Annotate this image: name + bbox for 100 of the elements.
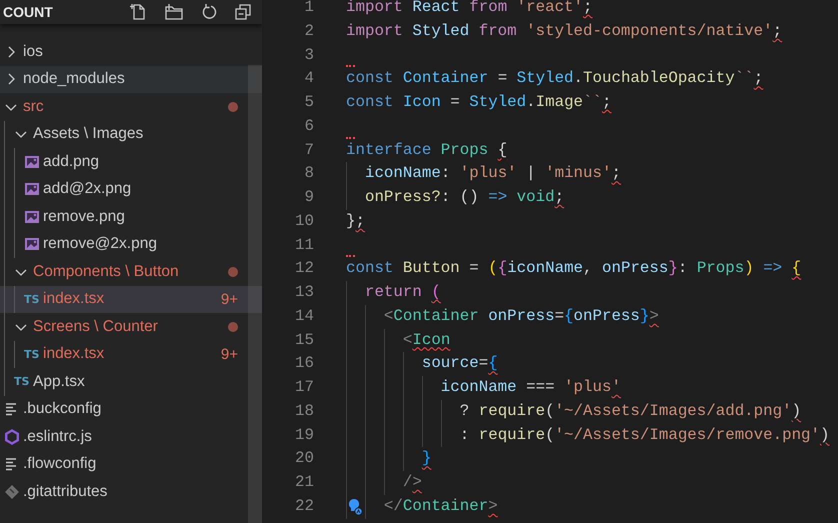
code-token: ( [545, 426, 555, 444]
file-row[interactable]: TS index.tsx 9+ [0, 286, 262, 313]
code-token: Container [402, 69, 490, 88]
line-number: 9 [304, 187, 314, 208]
line-number: 13 [294, 282, 314, 303]
code-token: = [469, 259, 480, 278]
code-token: > [412, 473, 422, 491]
code-token: { [498, 140, 508, 158]
folder-name: ios [23, 42, 43, 61]
folder-row[interactable]: src [0, 93, 262, 120]
code-token: ' [611, 378, 621, 396]
code-token: source [422, 354, 479, 372]
file-row[interactable]: remove@2x.png [0, 230, 262, 258]
problem-count: 9+ [220, 290, 238, 308]
image-file-icon [24, 208, 40, 225]
code-token: React [412, 0, 461, 16]
line-number: 8 [304, 163, 314, 184]
code-token: ; [772, 22, 782, 40]
code-token: , [583, 259, 594, 278]
code-token: const [346, 69, 394, 88]
code-token: . [574, 69, 584, 88]
collapse-all-icon[interactable] [234, 3, 252, 21]
code-token: ; [583, 0, 592, 16]
line-number: 10 [294, 210, 314, 232]
code-token: Button [402, 259, 461, 278]
line-number: 19 [294, 424, 314, 446]
code-token: ; [355, 212, 365, 230]
code-token: Styled [469, 93, 526, 111]
code-token: { [792, 259, 802, 278]
code-token: } [422, 449, 432, 468]
code-token: iconName [507, 259, 584, 278]
file-name: add.png [43, 152, 100, 171]
line-number: 17 [294, 377, 314, 398]
code-token: < [384, 306, 394, 325]
code-token: Props [440, 140, 490, 158]
folder-name: Components \ Button [33, 262, 179, 281]
file-name: index.tsx [43, 345, 104, 364]
image-file-icon [24, 236, 40, 252]
scrollbar[interactable] [248, 65, 262, 523]
typescript-file-icon: TS [14, 375, 30, 388]
line-number: 7 [304, 140, 314, 160]
code-token: </ [384, 496, 403, 515]
code-token: ) [820, 426, 830, 444]
code-token: ; [554, 188, 564, 206]
code-token: return [364, 283, 423, 301]
image-file-icon [24, 181, 40, 198]
code-token: | [526, 164, 537, 182]
file-row[interactable]: TS index.tsx 9+ [0, 340, 262, 368]
modified-dot [228, 266, 238, 277]
folder-row[interactable]: ios [0, 38, 262, 66]
code-token: : [678, 259, 688, 278]
file-row[interactable]: .eslintrc.js [0, 423, 262, 450]
line-number: 20 [294, 448, 314, 470]
line-number: 14 [294, 306, 314, 327]
line-number: 15 [294, 330, 314, 350]
file-row[interactable]: remove.png [0, 203, 262, 230]
code-token: ? [460, 402, 470, 420]
code-token: ) [792, 402, 802, 420]
code-token: ; [602, 93, 612, 111]
code-token: > [488, 496, 498, 515]
code-token: void [516, 188, 555, 206]
code-token: / [402, 473, 412, 491]
typescript-file-icon: TS [24, 348, 40, 361]
lightbulb-icon[interactable] [347, 498, 363, 516]
file-name: index.tsx [43, 290, 104, 308]
file-row[interactable]: add.png [0, 148, 262, 176]
code-token: : () [440, 188, 480, 206]
file-row[interactable]: .buckconfig [0, 396, 262, 423]
code-token: Props [696, 259, 744, 278]
code-token: require [478, 426, 546, 444]
refresh-icon[interactable] [200, 3, 218, 21]
code-token: Styled [516, 69, 574, 88]
folder-row[interactable]: node_modules [0, 66, 262, 93]
code-token: const [346, 259, 394, 278]
modified-dot [228, 102, 238, 112]
file-name: App.tsx [33, 372, 85, 391]
file-row[interactable]: .gitattributes [0, 478, 262, 506]
file-row[interactable]: TS App.tsx [0, 368, 262, 396]
folder-row[interactable]: Screens \ Counter [0, 313, 262, 340]
file-name: .eslintrc.js [23, 428, 92, 446]
code-token: : [460, 426, 470, 444]
code-token: => [488, 188, 508, 206]
code-token: 'minus' [545, 164, 612, 182]
file-name: .gitattributes [23, 482, 108, 501]
code-token: '~/Assets/Images/add.png' [554, 402, 792, 420]
code-token: Container [402, 496, 488, 515]
code-token: ( [488, 259, 498, 278]
code-token: iconName [440, 378, 518, 396]
new-folder-icon[interactable] [164, 3, 184, 21]
folder-row[interactable]: Assets \ Images [0, 120, 262, 148]
code-token: < [402, 330, 412, 348]
file-row[interactable]: add@2x.png [0, 176, 262, 203]
hexagon-icon [4, 428, 20, 445]
file-row[interactable]: .flowconfig [0, 450, 262, 478]
code-token: 'plus' [460, 164, 518, 182]
modified-dot [228, 322, 238, 332]
code-token: 'plus [564, 378, 612, 396]
line-number: 5 [304, 92, 314, 113]
file-name: add@2x.png [43, 180, 132, 198]
line-number: 3 [304, 44, 314, 66]
